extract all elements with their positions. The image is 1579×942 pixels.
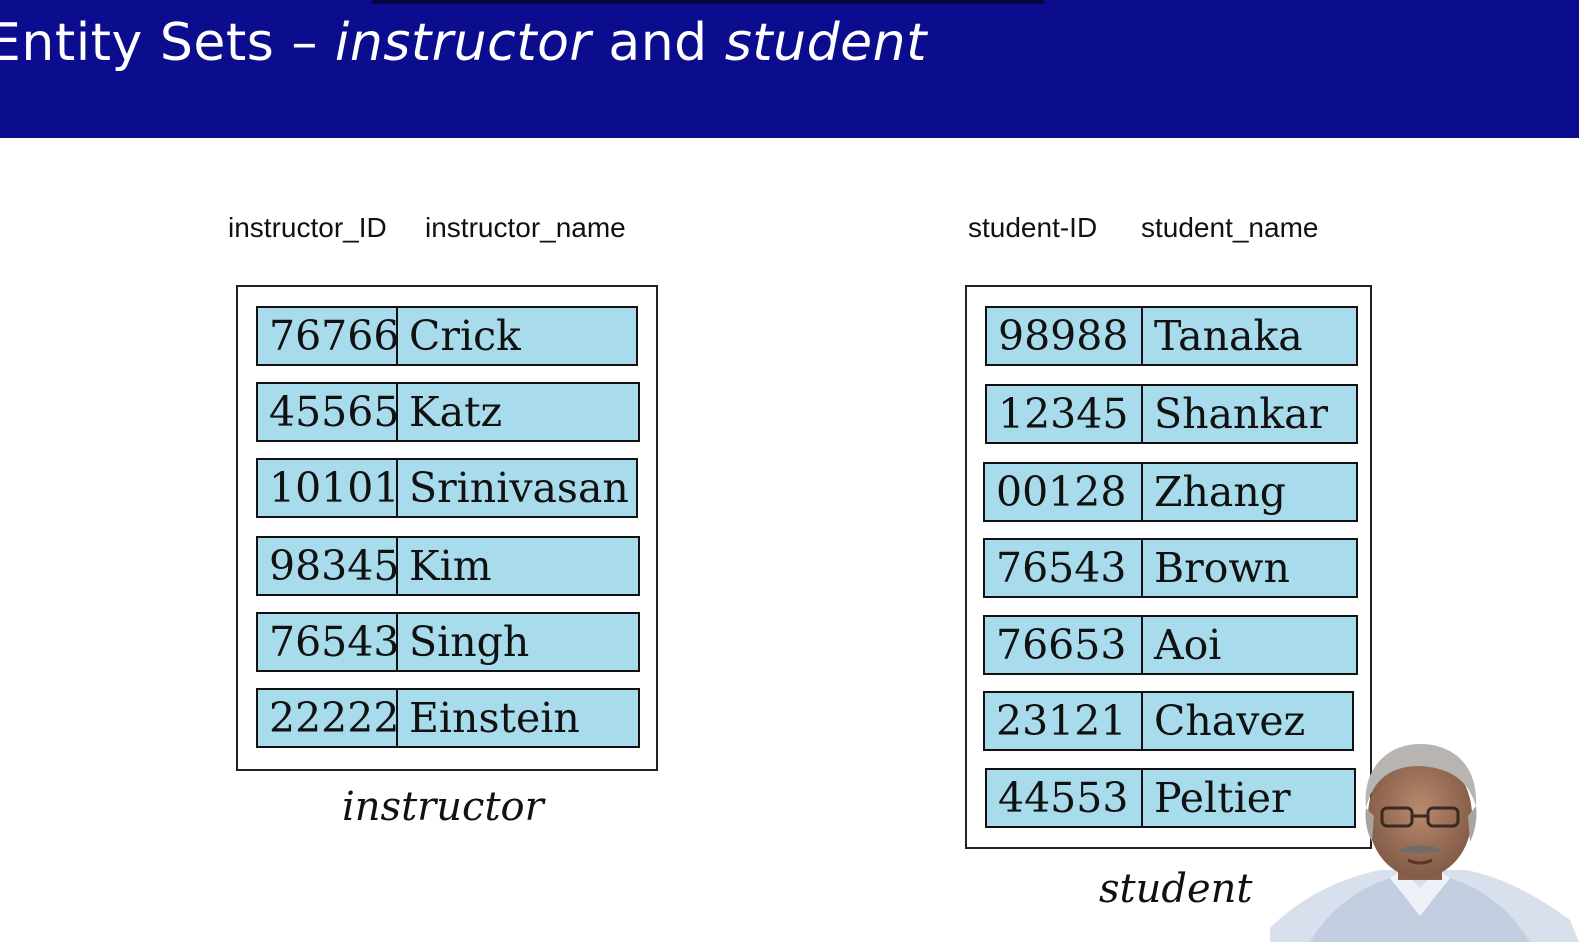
title-italic-student: student	[724, 13, 927, 73]
instructor-caption: instructor	[342, 784, 544, 830]
slide-title: Entity Sets – instructor and student	[0, 8, 927, 78]
student-id-cell: 00128	[985, 464, 1143, 520]
instructor-id-cell: 98345	[258, 538, 398, 594]
student-id-cell: 44553	[987, 770, 1143, 826]
student-id-cell: 98988	[987, 308, 1143, 364]
student-id-cell: 76653	[985, 617, 1143, 673]
title-top-strip	[372, 0, 1044, 4]
student-name-header: student_name	[1141, 212, 1319, 243]
instructor-id-cell: 10101	[258, 460, 398, 516]
instructor-id-cell: 45565	[258, 384, 398, 440]
instructor-name-cell: Singh	[409, 618, 530, 666]
table-row: 10101 Srinivasan	[256, 458, 638, 518]
table-row: 98988 Tanaka	[985, 306, 1358, 366]
presenter-video-overlay	[1270, 744, 1579, 942]
instructor-name-header: instructor_name	[425, 212, 626, 243]
table-row: 22222 Einstein	[256, 688, 640, 748]
table-row: 12345 Shankar	[985, 384, 1358, 444]
student-id-header: student-ID	[968, 212, 1098, 243]
title-text-2: and	[591, 13, 725, 73]
table-row: 76543 Brown	[983, 538, 1358, 598]
student-name-cell: Tanaka	[1154, 312, 1303, 360]
title-italic-instructor: instructor	[334, 13, 592, 73]
instructor-id-cell: 22222	[258, 690, 398, 746]
student-id-cell: 23121	[985, 693, 1143, 749]
instructor-name-cell: Srinivasan	[409, 464, 629, 512]
table-row: 45565 Katz	[256, 382, 640, 442]
table-row: 76653 Aoi	[983, 615, 1358, 675]
student-name-cell: Shankar	[1154, 390, 1329, 438]
student-name-cell: Peltier	[1154, 774, 1291, 822]
instructor-entity-box: 76766 Crick 45565 Katz 10101 Srinivasan …	[236, 285, 658, 771]
student-id-cell: 12345	[987, 386, 1143, 442]
table-row: 76766 Crick	[256, 306, 638, 366]
table-row: 98345 Kim	[256, 536, 640, 596]
student-name-cell: Brown	[1154, 544, 1290, 592]
instructor-name-cell: Crick	[409, 312, 521, 360]
student-caption: student	[1099, 866, 1253, 912]
instructor-name-cell: Katz	[409, 388, 503, 436]
table-row: 00128 Zhang	[983, 462, 1358, 522]
title-text-1: Entity Sets –	[0, 13, 335, 73]
instructor-id-cell: 76543	[258, 614, 398, 670]
instructor-id-cell: 76766	[258, 308, 398, 364]
student-name-cell: Zhang	[1154, 468, 1286, 516]
student-name-cell: Aoi	[1154, 621, 1222, 669]
instructor-name-cell: Kim	[409, 542, 492, 590]
student-id-cell: 76543	[985, 540, 1143, 596]
table-row: 76543 Singh	[256, 612, 640, 672]
instructor-id-header: instructor_ID	[228, 212, 387, 243]
instructor-name-cell: Einstein	[409, 694, 580, 742]
